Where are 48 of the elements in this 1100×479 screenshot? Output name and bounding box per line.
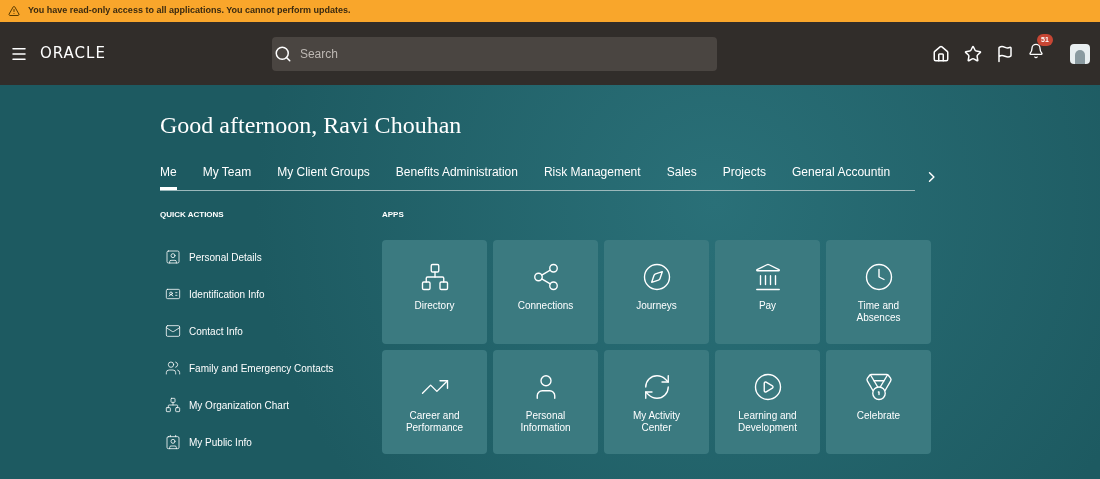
star-icon[interactable] xyxy=(964,44,982,63)
org-chart-icon xyxy=(165,397,181,413)
logo: ORACLE xyxy=(40,43,106,65)
app-tile[interactable]: Personal Information xyxy=(493,350,598,454)
compass-icon xyxy=(641,262,672,292)
quick-action-link[interactable]: My Public Info xyxy=(160,434,382,450)
tab[interactable]: Risk Management xyxy=(543,163,641,190)
contact-card-icon xyxy=(165,434,181,450)
tab[interactable]: Projects xyxy=(722,163,766,190)
people-icon xyxy=(165,360,181,376)
id-card-icon xyxy=(165,286,181,302)
app-tile[interactable]: Celebrate xyxy=(826,350,931,454)
app-tile[interactable]: Learning and Development xyxy=(715,350,820,454)
app-tile[interactable]: Career and Performance xyxy=(382,350,487,454)
app-tile[interactable]: Connections xyxy=(493,240,598,344)
flag-icon[interactable] xyxy=(996,44,1014,63)
notifications-icon[interactable] xyxy=(1028,42,1044,59)
search-icon xyxy=(273,44,292,63)
quick-action-link[interactable]: Identification Info xyxy=(160,286,382,302)
app-tile[interactable]: Journeys xyxy=(604,240,709,344)
clock-icon xyxy=(863,262,894,292)
org-chart-icon xyxy=(419,262,450,292)
quick-action-link[interactable]: Personal Details xyxy=(160,249,382,265)
person-icon xyxy=(165,249,181,265)
quick-action-link[interactable]: Contact Info xyxy=(160,323,382,339)
tab[interactable]: Benefits Administration xyxy=(395,163,518,190)
app-tile[interactable]: My Activity Center xyxy=(604,350,709,454)
home-icon[interactable] xyxy=(932,44,950,63)
greeting: Good afternoon, Ravi Chouhan xyxy=(160,111,463,140)
app-tile[interactable]: Pay xyxy=(715,240,820,344)
banner-text: You have read-only access to all applications. You cannot perform updates. xyxy=(28,4,351,18)
app-tile[interactable]: Time and Absences xyxy=(826,240,931,344)
avatar[interactable] xyxy=(1070,43,1090,64)
tab[interactable]: General Accountin xyxy=(792,163,891,190)
section-title: QUICK ACTIONS xyxy=(160,209,225,221)
search-field[interactable]: Search xyxy=(271,36,717,71)
quick-action-link[interactable]: Family and Emergency Contacts xyxy=(160,360,382,376)
envelope-icon xyxy=(165,323,181,339)
quick-action-link[interactable]: My Organization Chart xyxy=(160,397,382,413)
play-icon xyxy=(752,372,783,402)
app-tile[interactable]: Directory xyxy=(382,240,487,344)
section-title: APPS xyxy=(382,209,405,221)
tab[interactable]: Sales xyxy=(666,163,697,190)
tab[interactable]: My Client Groups xyxy=(277,163,370,190)
tab[interactable]: My Team xyxy=(202,163,252,190)
warning-icon xyxy=(8,5,20,17)
tab[interactable]: Me xyxy=(160,163,177,190)
medal-icon xyxy=(863,372,894,402)
